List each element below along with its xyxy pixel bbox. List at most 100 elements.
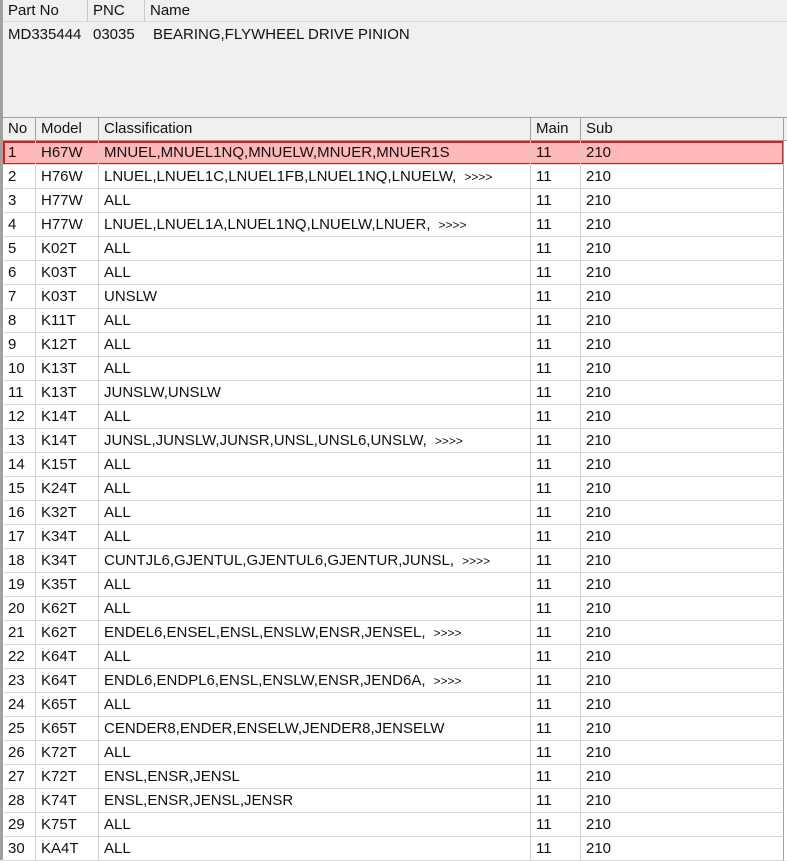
cell-no: 22 [3, 645, 36, 669]
cell-sub: 210 [581, 333, 784, 357]
classification-text: ALL [104, 648, 131, 665]
model-text: K03T [41, 288, 77, 305]
table-row[interactable]: 28 K74T ENSL,ENSR,JENSL,JENSR 11 210 [3, 789, 784, 813]
table-row[interactable]: 22 K64T ALL 11 210 [3, 645, 784, 669]
classification-text: ALL [104, 504, 131, 521]
classification-text: ALL [104, 528, 131, 545]
main-text: 11 [536, 696, 552, 713]
header-part-no[interactable]: Part No [3, 0, 88, 22]
model-text: H76W [41, 168, 83, 185]
table-row[interactable]: 23 K64T ENDL6,ENDPL6,ENSL,ENSLW,ENSR,JEND6… [3, 669, 784, 693]
table-row[interactable]: 3 H77W ALL 11 210 [3, 189, 784, 213]
table-row[interactable]: 5 K02T ALL 11 210 [3, 237, 784, 261]
cell-main: 11 [531, 357, 581, 381]
cell-no: 30 [3, 837, 36, 861]
cell-classification: JUNSLW,UNSLW [99, 381, 531, 405]
cell-no: 5 [3, 237, 36, 261]
table-row[interactable]: 20 K62T ALL 11 210 [3, 597, 784, 621]
model-text: H67W [41, 144, 83, 161]
table-row[interactable]: 12 K14T ALL 11 210 [3, 405, 784, 429]
cell-no: 12 [3, 405, 36, 429]
no-text: 17 [8, 528, 25, 545]
column-header-sub[interactable]: Sub [581, 118, 784, 140]
column-header-classification[interactable]: Classification [99, 118, 531, 140]
column-header-model[interactable]: Model [36, 118, 99, 140]
cell-model: K13T [36, 381, 99, 405]
cell-classification: ALL [99, 477, 531, 501]
table-row[interactable]: 26 K72T ALL 11 210 [3, 741, 784, 765]
table-row[interactable]: 6 K03T ALL 11 210 [3, 261, 784, 285]
table-row[interactable]: 4 H77W LNUEL,LNUEL1A,LNUEL1NQ,LNUELW,LNUER… [3, 213, 784, 237]
sub-text: 210 [586, 720, 612, 737]
table-row[interactable]: 2 H76W LNUEL,LNUEL1C,LNUEL1FB,LNUEL1NQ,LNU… [3, 165, 784, 189]
classification-text: ALL [104, 336, 131, 353]
cell-model: K75T [36, 813, 99, 837]
table-row[interactable]: 7 K03T UNSLW 11 210 [3, 285, 784, 309]
part-no-value: MD335444 [8, 26, 82, 43]
cell-model: K65T [36, 693, 99, 717]
sub-text: 210 [586, 432, 612, 449]
table-row[interactable]: 10 K13T ALL 11 210 [3, 357, 784, 381]
cell-main: 11 [531, 285, 581, 309]
table-row[interactable]: 27 K72T ENSL,ENSR,JENSL 11 210 [3, 765, 784, 789]
cell-sub: 210 [581, 405, 784, 429]
table-row[interactable]: 18 K34T CUNTJL6,GJENTUL,GJENTUL6,GJENTUR,J… [3, 549, 784, 573]
cell-main: 11 [531, 693, 581, 717]
cell-model: K64T [36, 669, 99, 693]
table-row[interactable]: 9 K12T ALL 11 210 [3, 333, 784, 357]
cell-no: 26 [3, 741, 36, 765]
table-row[interactable]: 8 K11T ALL 11 210 [3, 309, 784, 333]
column-header-no[interactable]: No [3, 118, 36, 140]
cell-no: 10 [3, 357, 36, 381]
cell-model: H77W [36, 213, 99, 237]
cell-classification: ALL [99, 813, 531, 837]
table-row[interactable]: 13 K14T JUNSL,JUNSLW,JUNSR,UNSL,UNSL6,UNSL… [3, 429, 784, 453]
table-row[interactable]: 17 K34T ALL 11 210 [3, 525, 784, 549]
cell-main: 11 [531, 381, 581, 405]
table-row[interactable]: 30 KA4T ALL 11 210 [3, 837, 784, 861]
cell-sub: 210 [581, 573, 784, 597]
model-text: K24T [41, 480, 77, 497]
table-row[interactable]: 19 K35T ALL 11 210 [3, 573, 784, 597]
no-text: 10 [8, 360, 25, 377]
model-text: K64T [41, 672, 77, 689]
main-text: 11 [536, 840, 552, 857]
cell-main: 11 [531, 837, 581, 861]
cell-sub: 210 [581, 837, 784, 861]
more-indicator: >>>> [433, 626, 462, 640]
cell-classification: JUNSL,JUNSLW,JUNSR,UNSL,UNSL6,UNSLW, >>>> [99, 429, 531, 453]
cell-main: 11 [531, 717, 581, 741]
table-row[interactable]: 15 K24T ALL 11 210 [3, 477, 784, 501]
main-text: 11 [536, 264, 552, 281]
table-row[interactable]: 11 K13T JUNSLW,UNSLW 11 210 [3, 381, 784, 405]
cell-model: KA4T [36, 837, 99, 861]
main-text: 11 [536, 408, 552, 425]
table-row[interactable]: 14 K15T ALL 11 210 [3, 453, 784, 477]
column-header-main[interactable]: Main [531, 118, 581, 140]
table-row[interactable]: 24 K65T ALL 11 210 [3, 693, 784, 717]
main-text: 11 [536, 480, 552, 497]
table-row[interactable]: 29 K75T ALL 11 210 [3, 813, 784, 837]
header-name[interactable]: Name [145, 0, 787, 22]
no-text: 8 [8, 312, 17, 329]
main-text: 11 [536, 456, 552, 473]
classification-text: ALL [104, 600, 131, 617]
table-row[interactable]: 25 K65T CENDER8,ENDER,ENSELW,JENDER8,JENSE… [3, 717, 784, 741]
cell-classification: ALL [99, 405, 531, 429]
table-row[interactable]: 16 K32T ALL 11 210 [3, 501, 784, 525]
model-text: H77W [41, 192, 83, 209]
cell-no: 9 [3, 333, 36, 357]
model-text: K35T [41, 576, 77, 593]
main-text: 11 [536, 432, 552, 449]
table-row[interactable]: 21 K62T ENDEL6,ENSEL,ENSL,ENSLW,ENSR,JENSE… [3, 621, 784, 645]
cell-classification: ENSL,ENSR,JENSL [99, 765, 531, 789]
header-pnc[interactable]: PNC [88, 0, 145, 22]
classification-text: MNUEL,MNUEL1NQ,MNUELW,MNUER,MNUER1S [104, 144, 450, 161]
cell-classification: ALL [99, 741, 531, 765]
no-text: 4 [8, 216, 17, 233]
main-text: 11 [536, 600, 552, 617]
no-text: 20 [8, 600, 25, 617]
main-text: 11 [536, 744, 552, 761]
cell-classification: CUNTJL6,GJENTUL,GJENTUL6,GJENTUR,JUNSL, >… [99, 549, 531, 573]
table-row[interactable]: 1 H67W MNUEL,MNUEL1NQ,MNUELW,MNUER,MNUER1S… [3, 141, 784, 165]
